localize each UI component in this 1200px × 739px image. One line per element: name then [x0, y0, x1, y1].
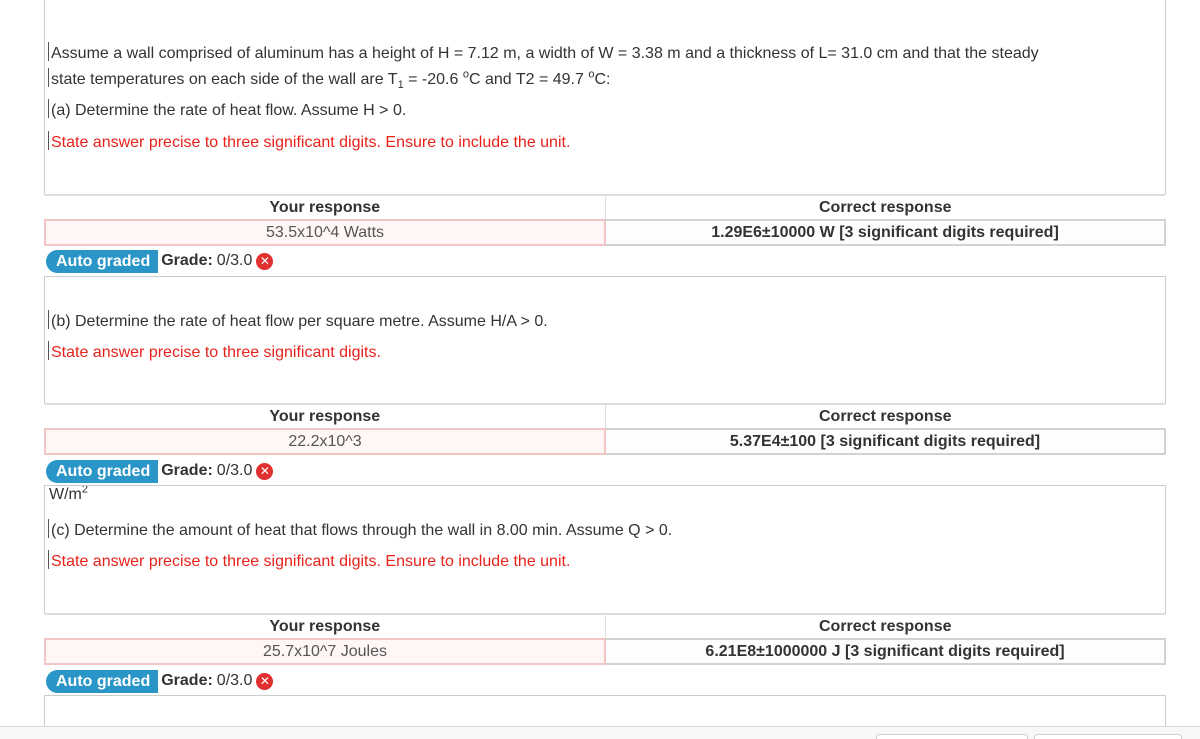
part-b-response-table: Your response Correct response 22.2x10^3…	[44, 403, 1166, 455]
your-response-value: 53.5x10^4 Watts	[44, 219, 606, 246]
grade-value: 0/3.0	[216, 252, 253, 269]
part-c-response-table: Your response Correct response 25.7x10^7…	[44, 613, 1166, 665]
text-cursor	[48, 519, 49, 538]
your-response-value: 25.7x10^7 Joules	[44, 638, 606, 665]
your-response-header: Your response	[45, 194, 606, 220]
auto-graded-badge: Auto graded	[46, 249, 159, 273]
your-response-header: Your response	[45, 613, 606, 639]
bottom-button-right[interactable]	[1034, 734, 1182, 739]
question-intro-line2: state temperatures on each side of the w…	[48, 68, 610, 91]
grade-label: Grade:	[161, 462, 213, 479]
part-a-grade: Auto graded Grade: 0/3.0 ✕	[46, 249, 274, 273]
your-response-header: Your response	[45, 403, 606, 429]
part-b-box	[44, 276, 1166, 404]
part-b-instruction: State answer precise to three significan…	[48, 341, 381, 363]
text-cursor	[48, 341, 49, 360]
grade-value: 0/3.0	[216, 672, 253, 689]
part-b-prompt: (b) Determine the rate of heat flow per …	[48, 310, 548, 332]
x-circle-icon: ✕	[256, 462, 274, 480]
bottom-button-left[interactable]	[876, 734, 1028, 739]
correct-response-value: 5.37E4±100 [3 significant digits require…	[604, 428, 1166, 455]
question-frame	[44, 0, 1166, 195]
x-circle-icon: ✕	[256, 672, 274, 690]
question-intro-line1: Assume a wall comprised of aluminum has …	[48, 42, 1039, 64]
part-c-instruction: State answer precise to three significan…	[48, 550, 570, 572]
grade-label: Grade:	[161, 672, 213, 689]
x-circle-icon: ✕	[256, 252, 274, 270]
part-a-prompt: (a) Determine the rate of heat flow. Ass…	[48, 99, 406, 121]
part-b-grade: Auto graded Grade: 0/3.0 ✕	[46, 459, 274, 483]
correct-response-value: 1.29E6±10000 W [3 significant digits req…	[604, 219, 1166, 246]
text-cursor	[48, 68, 49, 87]
part-c-grade: Auto graded Grade: 0/3.0 ✕	[46, 669, 274, 693]
auto-graded-badge: Auto graded	[46, 669, 159, 693]
correct-response-value: 6.21E8±1000000 J [3 significant digits r…	[604, 638, 1166, 665]
part-a-instruction: State answer precise to three significan…	[48, 131, 570, 153]
correct-response-header: Correct response	[605, 613, 1165, 639]
part-a-response-table: Your response Correct response 53.5x10^4…	[44, 194, 1166, 246]
text-cursor	[48, 310, 49, 329]
grade-value: 0/3.0	[216, 462, 253, 479]
your-response-value: 22.2x10^3	[44, 428, 606, 455]
text-cursor	[48, 42, 49, 61]
correct-response-header: Correct response	[605, 403, 1165, 429]
grade-label: Grade:	[161, 252, 213, 269]
part-c-prompt: (c) Determine the amount of heat that fl…	[48, 519, 672, 541]
text-cursor	[48, 99, 49, 118]
text-cursor	[48, 131, 49, 150]
text-cursor	[48, 550, 49, 569]
correct-response-header: Correct response	[605, 194, 1165, 220]
auto-graded-badge: Auto graded	[46, 459, 159, 483]
